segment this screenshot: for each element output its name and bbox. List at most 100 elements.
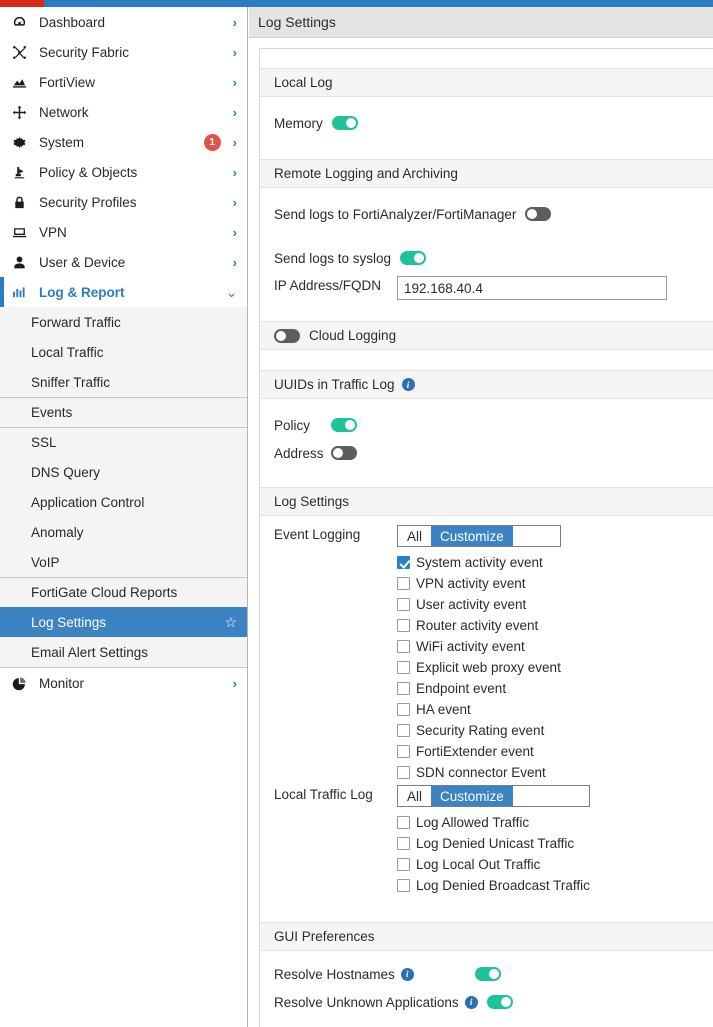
info-icon[interactable]: i	[402, 378, 415, 391]
checkbox-router-activity-event[interactable]	[397, 619, 410, 632]
info-icon[interactable]: i	[401, 968, 414, 981]
checkbox-user-activity-event[interactable]	[397, 598, 410, 611]
sidebar-item-voip[interactable]: VoIP	[0, 547, 247, 577]
sidebar-item-forward-traffic[interactable]: Forward Traffic	[0, 307, 247, 337]
dashboard-icon	[12, 15, 32, 30]
checkbox-sdn-connector-event[interactable]	[397, 766, 410, 779]
resolve-hostnames-toggle[interactable]	[475, 967, 501, 981]
info-icon[interactable]: i	[465, 996, 478, 1009]
sidebar-item-application-control[interactable]: Application Control	[0, 487, 247, 517]
checkbox-label: System activity event	[416, 555, 543, 570]
sidebar-item-monitor[interactable]: Monitor ›	[0, 668, 247, 698]
sidebar-item-anomaly[interactable]: Anomaly	[0, 517, 247, 547]
row-policy-uuid: Policy	[260, 411, 713, 439]
sidebar-item-sniffer-traffic[interactable]: Sniffer Traffic	[0, 367, 247, 397]
section-header-cloud-logging: Cloud Logging	[260, 321, 713, 350]
section-header-remote-logging: Remote Logging and Archiving	[260, 159, 713, 188]
checkbox-vpn-activity-event[interactable]	[397, 577, 410, 590]
sidebar-item-security-fabric[interactable]: Security Fabric ›	[0, 37, 247, 67]
favorite-star-icon[interactable]: ☆	[224, 615, 237, 629]
spacer	[260, 399, 713, 411]
policy-toggle[interactable]	[331, 418, 357, 432]
checkbox-row[interactable]: Endpoint event	[397, 678, 561, 699]
sidebar-item-policy-objects[interactable]: Policy & Objects ›	[0, 157, 247, 187]
sidebar-item-vpn[interactable]: VPN ›	[0, 217, 247, 247]
sidebar-item-email-alert-settings[interactable]: Email Alert Settings	[0, 637, 247, 667]
checkbox-fortiextender-event[interactable]	[397, 745, 410, 758]
checkbox-label: Log Denied Broadcast Traffic	[416, 878, 590, 893]
checkbox-row[interactable]: VPN activity event	[397, 573, 561, 594]
checkbox-label: Security Rating event	[416, 723, 544, 738]
checkbox-row[interactable]: WiFi activity event	[397, 636, 561, 657]
spacer	[260, 350, 713, 370]
event-logging-option-all[interactable]: All	[398, 526, 431, 546]
sidebar-item-local-traffic[interactable]: Local Traffic	[0, 337, 247, 367]
event-logging-segmented-control[interactable]: All Customize	[397, 525, 561, 547]
sidebar-item-events[interactable]: Events	[0, 397, 247, 427]
checkbox-log-local-out-traffic[interactable]	[397, 858, 410, 871]
policy-label: Policy	[274, 418, 327, 433]
checkbox-row[interactable]: Log Local Out Traffic	[397, 854, 590, 875]
checkbox-row[interactable]: Log Allowed Traffic	[397, 812, 590, 833]
checkbox-row[interactable]: HA event	[397, 699, 561, 720]
chevron-right-icon: ›	[233, 256, 237, 269]
event-logging-option-customize[interactable]: Customize	[431, 526, 513, 546]
checkbox-wifi-activity-event[interactable]	[397, 640, 410, 653]
sidebar-item-system[interactable]: System 1 ›	[0, 127, 247, 157]
checkbox-row[interactable]: SDN connector Event	[397, 762, 561, 783]
sidebar-item-log-report[interactable]: Log & Report ⌄	[0, 277, 247, 307]
memory-toggle[interactable]	[332, 116, 358, 130]
chevron-right-icon: ›	[233, 136, 237, 149]
chevron-down-icon: ⌄	[226, 286, 237, 299]
chevron-right-icon: ›	[233, 16, 237, 29]
checkbox-log-denied-broadcast-traffic[interactable]	[397, 879, 410, 892]
sidebar-item-fortigate-cloud-reports[interactable]: FortiGate Cloud Reports	[0, 577, 247, 607]
spacer	[260, 896, 713, 922]
sidebar-item-label: Network	[39, 105, 229, 120]
sidebar-item-user-device[interactable]: User & Device ›	[0, 247, 247, 277]
checkbox-row[interactable]: Log Denied Unicast Traffic	[397, 833, 590, 854]
row-event-logging: Event Logging All Customize System activ…	[260, 525, 713, 783]
row-resolve-unknown-applications: Resolve Unknown Applications i	[260, 988, 713, 1016]
ip-address-label: IP Address/FQDN	[274, 276, 397, 300]
sidebar-item-dashboard[interactable]: Dashboard ›	[0, 7, 247, 37]
sidebar-item-fortiview[interactable]: FortiView ›	[0, 67, 247, 97]
sidebar-item-label: Forward Traffic	[31, 315, 237, 330]
section-title: GUI Preferences	[274, 929, 375, 944]
spacer	[260, 951, 713, 960]
sidebar-item-security-profiles[interactable]: Security Profiles ›	[0, 187, 247, 217]
cloud-logging-toggle[interactable]	[274, 329, 300, 343]
sidebar-item-label: SSL	[31, 435, 237, 450]
checkbox-log-denied-unicast-traffic[interactable]	[397, 837, 410, 850]
checkbox-endpoint-event[interactable]	[397, 682, 410, 695]
checkbox-explicit-web-proxy-event[interactable]	[397, 661, 410, 674]
ip-address-input[interactable]	[397, 276, 667, 300]
checkbox-row[interactable]: Explicit web proxy event	[397, 657, 561, 678]
checkbox-log-allowed-traffic[interactable]	[397, 816, 410, 829]
checkbox-row[interactable]: User activity event	[397, 594, 561, 615]
page-title: Log Settings	[258, 14, 336, 30]
checkbox-security-rating-event[interactable]	[397, 724, 410, 737]
checkbox-row[interactable]: Log Denied Broadcast Traffic	[397, 875, 590, 896]
section-title: Remote Logging and Archiving	[274, 166, 458, 181]
sidebar-item-dns-query[interactable]: DNS Query	[0, 457, 247, 487]
checkbox-ha-event[interactable]	[397, 703, 410, 716]
checkbox-row[interactable]: System activity event	[397, 552, 561, 573]
top-accent-bar	[0, 0, 713, 7]
checkbox-row[interactable]: FortiExtender event	[397, 741, 561, 762]
syslog-toggle[interactable]	[400, 251, 426, 265]
checkbox-system-activity-event[interactable]	[397, 556, 410, 569]
fortiview-icon	[12, 75, 32, 90]
checkbox-row[interactable]: Security Rating event	[397, 720, 561, 741]
address-toggle[interactable]	[331, 446, 357, 460]
resolve-unknown-applications-toggle[interactable]	[487, 995, 513, 1009]
local-traffic-log-option-customize[interactable]: Customize	[431, 786, 513, 806]
chevron-right-icon: ›	[233, 677, 237, 690]
sidebar-item-network[interactable]: Network ›	[0, 97, 247, 127]
sidebar-item-ssl[interactable]: SSL	[0, 427, 247, 457]
fortianalyzer-toggle[interactable]	[525, 207, 551, 221]
local-traffic-log-option-all[interactable]: All	[398, 786, 431, 806]
local-traffic-log-segmented-control[interactable]: All Customize	[397, 785, 590, 807]
checkbox-row[interactable]: Router activity event	[397, 615, 561, 636]
sidebar-item-log-settings[interactable]: Log Settings ☆	[0, 607, 247, 637]
